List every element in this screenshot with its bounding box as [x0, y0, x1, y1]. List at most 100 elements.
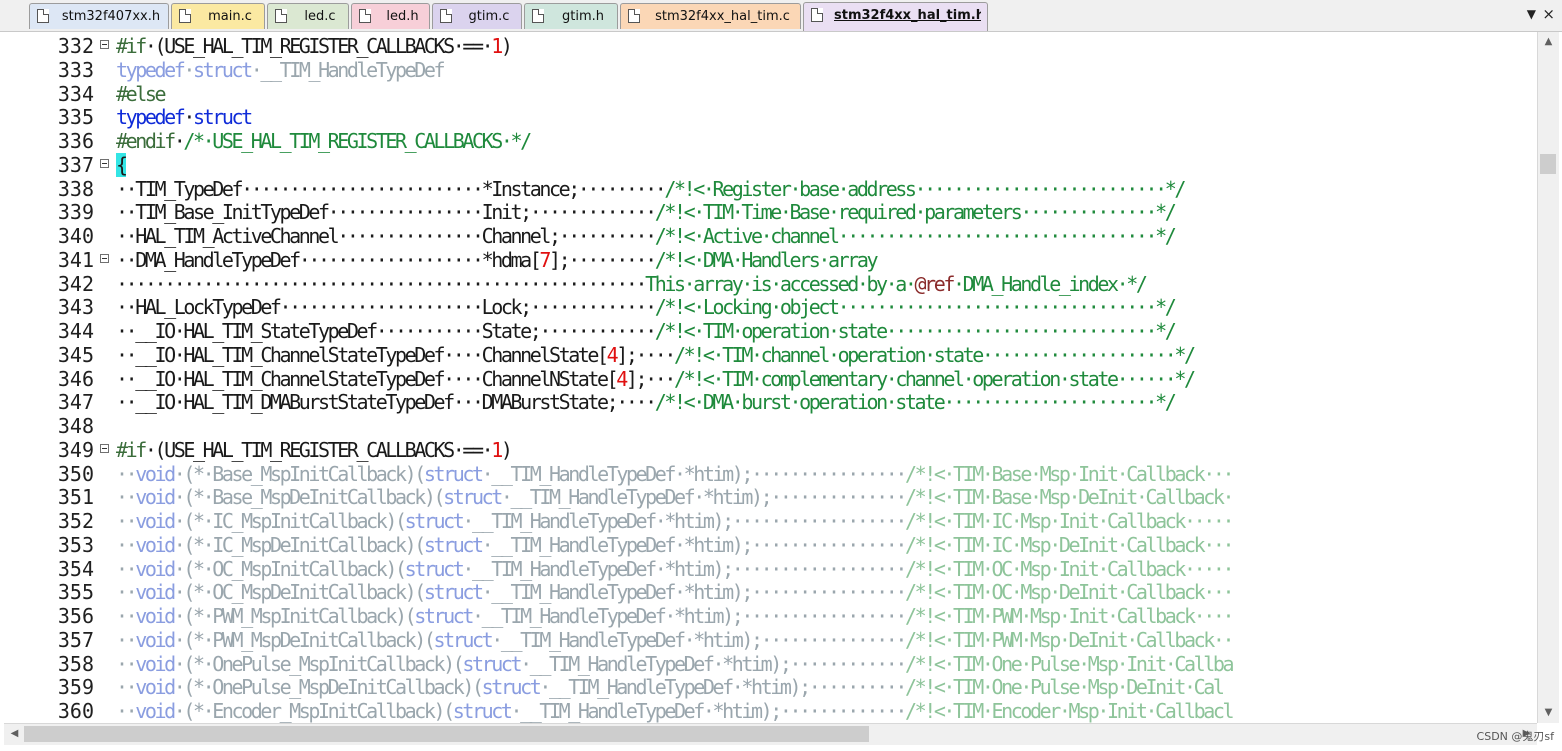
code-token: /*!<·TIM·One·Pulse·Msp·DeInit·Cal — [904, 675, 1225, 700]
line-number: 347 — [57, 390, 94, 415]
code-token: ·· — [116, 461, 138, 486]
code-line: 333 typedef·struct·__TIM_HandleTypeDef — [4, 58, 1537, 82]
code-token: ··TIM_TypeDef·························*I… — [116, 176, 667, 201]
code-token: /*!<·TIM·PWM·Msp·Init·Callback···· — [904, 604, 1235, 628]
code-token: void — [135, 580, 176, 605]
horizontal-scroll-thumb[interactable] — [24, 726, 869, 742]
fold-toggle-icon[interactable] — [100, 40, 109, 49]
code-line: 353 ··void·(*·IC_MspDeInitCallback)(struc… — [4, 533, 1537, 557]
code-line: 352 ··void·(*·IC_MspInitCallback)(struct·… — [4, 509, 1537, 533]
code-text: ··void·(*·Base_MspInitCallback)(struct·_… — [116, 461, 1234, 486]
code-token: struct — [433, 627, 494, 652]
line-number: 336 — [57, 129, 94, 153]
code-token: void — [135, 509, 176, 533]
code-token: ·(USE_HAL_TIM_REGISTER_CALLBACKS·==· — [144, 437, 494, 462]
code-line: 354 ··void·(*·OC_MspInitCallback)(struct·… — [4, 557, 1537, 581]
line-number: 354 — [57, 556, 94, 581]
code-line: 342 ·····································… — [4, 272, 1537, 296]
line-number: 332 — [57, 34, 94, 58]
file-tab-label: led.c — [304, 9, 336, 24]
line-number: 335 — [57, 105, 94, 130]
code-token: ·__TIM_HandleTypeDef — [250, 57, 446, 82]
code-token: ··TIM_Base_InitTypeDef················In… — [116, 200, 657, 225]
fold-toggle-icon[interactable] — [100, 158, 109, 168]
code-token: /*!<·TIM·IC·Msp·DeInit·Callback··· — [904, 532, 1235, 557]
file-tab[interactable]: stm32f4xx_hal_tim.c — [620, 3, 801, 29]
code-token: ) — [500, 34, 513, 58]
watermark: CSDN @鬼刃sf — [1476, 730, 1554, 743]
code-token: 7 — [539, 247, 551, 272]
code-token: #if — [116, 34, 147, 58]
code-token: ·__TIM_HandleTypeDef·*htim);············… — [481, 532, 908, 557]
code-line: 360 ··void·(*·Encoder_MspInitCallback)(st… — [4, 699, 1537, 723]
code-token: ··__IO·HAL_TIM_StateTypeDef···········St… — [116, 319, 657, 343]
code-line: 335 typedef·struct — [4, 105, 1537, 129]
vertical-scroll-thumb[interactable] — [1540, 154, 1556, 174]
line-number: 340 — [57, 224, 94, 248]
file-tab[interactable]: gtim.c — [432, 3, 522, 29]
file-icon — [37, 9, 49, 23]
code-token: 1 — [491, 34, 503, 58]
code-text: ··void·(*·PWM_MspDeInitCallback)(struct·… — [116, 627, 1235, 652]
code-token: { — [116, 152, 128, 177]
line-number: 353 — [57, 532, 94, 557]
fold-toggle-icon[interactable] — [100, 253, 109, 263]
code-line: 358 ··void·(*·OnePulse_MspInitCallback)(s… — [4, 652, 1537, 676]
tab-list-dropdown-icon[interactable]: ▼ — [1527, 7, 1536, 21]
fold-toggle-icon[interactable] — [100, 443, 109, 453]
code-token: ··HAL_TIM_ActiveChannel···············Ch… — [116, 224, 657, 248]
file-tab[interactable]: gtim.h — [524, 3, 618, 29]
scroll-left-arrow-icon[interactable]: ◀ — [4, 724, 25, 744]
scroll-down-arrow-icon[interactable]: ▼ — [1538, 703, 1559, 723]
close-tab-button[interactable]: × — [1542, 5, 1555, 23]
file-tab[interactable]: main.c — [171, 3, 265, 29]
file-tab[interactable]: led.c — [267, 3, 349, 29]
code-token: #else — [116, 81, 167, 106]
code-text: ··__IO·HAL_TIM_DMABurstStateTypeDef···DM… — [116, 390, 1177, 414]
file-tab[interactable]: led.h — [351, 3, 430, 29]
code-token: ··__IO·HAL_TIM_ChannelStateTypeDef····Ch… — [116, 366, 619, 391]
file-icon — [275, 9, 287, 23]
code-token: ·__TIM_HandleTypeDef·*htim);············ — [520, 651, 907, 676]
scroll-up-arrow-icon[interactable]: ▲ — [1538, 32, 1559, 52]
code-token: typedef — [116, 57, 186, 82]
code-text: typedef·struct·__TIM_HandleTypeDef — [116, 57, 446, 82]
code-line: 334 #else — [4, 82, 1537, 106]
code-token: void — [135, 532, 176, 557]
code-line: 355 ··void·(*·OC_MspDeInitCallback)(struc… — [4, 580, 1537, 604]
file-tab-label: stm32f407xx.h — [61, 9, 161, 24]
code-line: 345 ··__IO·HAL_TIM_ChannelStateTypeDef···… — [4, 343, 1537, 367]
code-token: void — [135, 651, 176, 676]
code-token: /*!<·TIM·operation·state················… — [654, 319, 1177, 343]
code-token: struct — [414, 604, 474, 628]
code-token: ·__TIM_HandleTypeDef·*htim);············… — [481, 580, 908, 605]
line-number: 333 — [57, 57, 94, 82]
code-token: /*!<·TIM·One·Pulse·Msp·Init·Callba — [904, 651, 1235, 676]
code-text: ··void·(*·Encoder_MspInitCallback)(struc… — [116, 699, 1234, 723]
code-token: ·__TIM_HandleTypeDef·*htim);············… — [500, 485, 908, 510]
code-token: void — [135, 699, 176, 723]
code-line: 346 ··__IO·HAL_TIM_ChannelStateTypeDef···… — [4, 367, 1537, 391]
file-tab[interactable]: stm32f4xx_hal_tim.h — [803, 2, 988, 31]
code-editor[interactable]: 332 #if ·(USE_HAL_TIM_REGISTER_CALLBACKS·=… — [4, 32, 1537, 723]
code-text: ··DMA_HandleTypeDef···················*h… — [116, 247, 879, 272]
file-tab[interactable]: stm32f407xx.h — [29, 3, 169, 29]
code-token: ·· — [116, 699, 138, 723]
code-line: 351 ··void·(*·Base_MspDeInitCallback)(str… — [4, 485, 1537, 509]
code-text: ··TIM_Base_InitTypeDef················In… — [116, 200, 1177, 225]
horizontal-scrollbar[interactable]: ◀ ▶ — [4, 723, 1537, 745]
code-token: /*!<·TIM·OC·Msp·DeInit·Callback··· — [904, 580, 1235, 605]
code-token: ·__TIM_HandleTypeDef·*htim);············… — [491, 627, 907, 652]
code-token: ·· — [116, 532, 138, 557]
code-text: ··void·(*·OC_MspInitCallback)(struct·__T… — [116, 557, 1234, 581]
line-number: 351 — [57, 485, 94, 510]
code-token: ·(*·OnePulse_MspInitCallback)( — [173, 651, 465, 676]
code-token: struct — [404, 509, 465, 533]
code-token: ·(*·Encoder_MspInitCallback)( — [173, 699, 455, 723]
vertical-scrollbar[interactable]: ▲ ▼ — [1537, 32, 1559, 723]
code-token: void — [135, 604, 176, 628]
code-token: struct — [423, 580, 484, 605]
code-token: struct — [423, 532, 484, 557]
code-token: ·· — [116, 627, 138, 652]
code-token: /*!<·DMA·Handlers·array — [654, 247, 879, 272]
